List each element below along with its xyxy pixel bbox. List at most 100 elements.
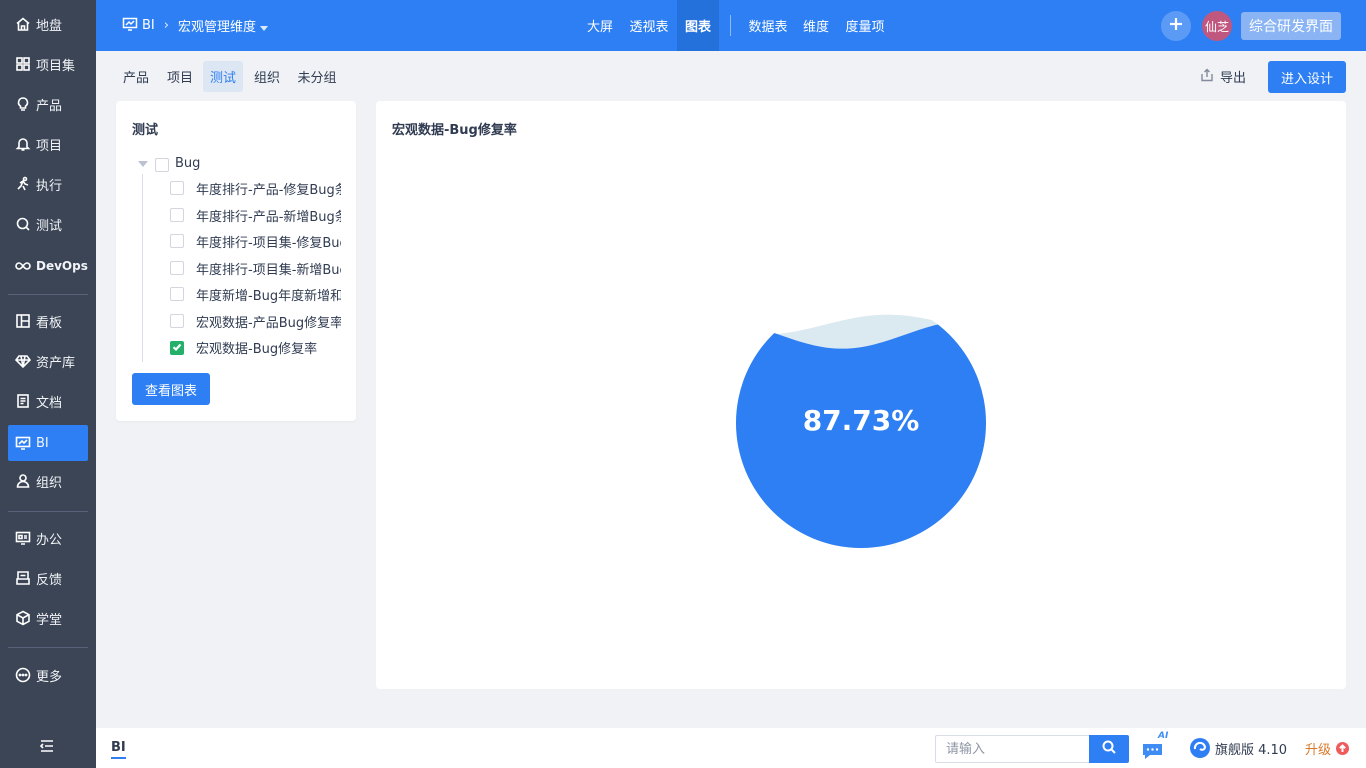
sidebar-divider bbox=[8, 294, 88, 295]
sidebar-item-label: 学堂 bbox=[36, 612, 63, 628]
tree-item-checkbox[interactable] bbox=[170, 208, 184, 222]
view-chart-button[interactable]: 查看图表 bbox=[132, 373, 210, 405]
tab-org[interactable]: 组织 bbox=[247, 61, 287, 92]
panel-title: 测试 bbox=[132, 123, 159, 138]
bell-icon bbox=[14, 135, 32, 153]
sidebar: 地盘 项目集 产品 项目 执行 测试 DevOps 看板 资产库 文档 BI 组… bbox=[0, 0, 96, 768]
enter-design-button[interactable]: 进入设计 bbox=[1268, 61, 1346, 93]
switch-interface-button[interactable]: 综合研发界面 bbox=[1241, 12, 1341, 40]
ai-assistant-button[interactable]: AI bbox=[1141, 731, 1171, 762]
zentao-logo-icon bbox=[1190, 738, 1210, 758]
dimension-dropdown[interactable]: 宏观管理维度 bbox=[178, 16, 268, 35]
sidebar-item-label: 执行 bbox=[36, 178, 63, 194]
ai-badge: AI bbox=[1158, 731, 1169, 741]
home-icon bbox=[14, 15, 32, 33]
tree-item-checkbox[interactable] bbox=[170, 181, 184, 195]
sidebar-item-label: DevOps bbox=[36, 259, 88, 273]
app-name[interactable]: BI bbox=[142, 18, 155, 33]
sidebar-item-label: 项目集 bbox=[36, 58, 76, 74]
sidebar-item-label: 测试 bbox=[36, 218, 63, 234]
liquid-fill-chart: 87.73% bbox=[735, 297, 987, 549]
sidebar-item-office[interactable]: 办公 bbox=[8, 520, 88, 556]
sidebar-item-label: 产品 bbox=[36, 98, 63, 114]
topbar: BI › 宏观管理维度 大屏 透视表 图表 数据表 维度 度量项 仙芝 综合研发… bbox=[96, 0, 1366, 51]
tab-test[interactable]: 测试 bbox=[203, 61, 243, 92]
sidebar-item-program[interactable]: 项目集 bbox=[8, 46, 88, 82]
chevron-right-icon: › bbox=[163, 18, 169, 33]
cube-icon bbox=[14, 609, 32, 627]
tab-ungrouped[interactable]: 未分组 bbox=[292, 61, 342, 92]
sidebar-item-kanban[interactable]: 看板 bbox=[8, 303, 88, 339]
bi-monitor-icon bbox=[122, 16, 142, 36]
liquid-value-label: 87.73% bbox=[802, 403, 920, 437]
global-search-input[interactable] bbox=[935, 735, 1090, 763]
sidebar-item-project[interactable]: 项目 bbox=[8, 126, 88, 162]
feedback-icon bbox=[14, 569, 32, 587]
nav-chart[interactable]: 图表 bbox=[677, 0, 719, 51]
sidebar-item-bi[interactable]: BI bbox=[8, 425, 88, 461]
sidebar-item-test[interactable]: 测试 bbox=[8, 206, 88, 242]
collapse-sidebar-button[interactable] bbox=[38, 737, 58, 755]
sidebar-item-product[interactable]: 产品 bbox=[8, 86, 88, 122]
nav-metric[interactable]: 度量项 bbox=[840, 0, 890, 51]
search-bug-icon bbox=[14, 215, 32, 233]
nav-datatable[interactable]: 数据表 bbox=[744, 0, 792, 51]
infinity-icon bbox=[14, 257, 32, 275]
edition-info[interactable]: 旗舰版 4.10 bbox=[1189, 736, 1287, 760]
tree-item-checkbox[interactable] bbox=[170, 261, 184, 275]
sidebar-item-label: 项目 bbox=[36, 138, 63, 154]
tree-item-label[interactable]: 年度排行-项目集-新增Bug bbox=[196, 259, 341, 278]
run-icon bbox=[14, 175, 32, 193]
upgrade-button[interactable]: 升级 bbox=[1305, 736, 1350, 760]
kanban-icon bbox=[14, 312, 32, 330]
tree-guide-line bbox=[142, 174, 143, 362]
tree-item-label[interactable]: 年度排行-产品-修复Bug条 bbox=[196, 179, 341, 198]
sidebar-item-more[interactable]: 更多 bbox=[8, 657, 88, 693]
tree-item-label[interactable]: 年度新增-Bug年度新增和 bbox=[196, 285, 341, 304]
export-button[interactable]: 导出 bbox=[1200, 61, 1246, 92]
arrow-up-icon bbox=[1336, 741, 1350, 755]
tree-item-checkbox[interactable] bbox=[170, 234, 184, 248]
sidebar-item-dashboard[interactable]: 地盘 bbox=[8, 6, 88, 42]
nav-pivot[interactable]: 透视表 bbox=[624, 0, 674, 51]
sidebar-item-label: 组织 bbox=[36, 475, 63, 491]
sidebar-item-label: 看板 bbox=[36, 315, 63, 331]
tab-project[interactable]: 项目 bbox=[160, 61, 200, 92]
diamond-icon bbox=[14, 352, 32, 370]
sidebar-item-execution[interactable]: 执行 bbox=[8, 166, 88, 202]
caret-down-icon[interactable] bbox=[138, 161, 148, 167]
chart-title: 宏观数据-Bug修复率 bbox=[392, 123, 517, 138]
sidebar-item-label: 更多 bbox=[36, 669, 63, 685]
dimension-label: 宏观管理维度 bbox=[177, 20, 256, 35]
sidebar-item-docs[interactable]: 文档 bbox=[8, 383, 88, 419]
sidebar-item-assets[interactable]: 资产库 bbox=[8, 343, 88, 379]
tree-item-label[interactable]: 年度排行-产品-新增Bug条 bbox=[196, 206, 341, 225]
sidebar-item-academy[interactable]: 学堂 bbox=[8, 600, 88, 636]
tree-item-label[interactable]: 宏观数据-产品Bug修复率 bbox=[196, 312, 341, 331]
tab-product[interactable]: 产品 bbox=[116, 61, 156, 92]
sidebar-item-devops[interactable]: DevOps bbox=[8, 248, 88, 284]
bottom-bar: BI AI 旗舰版 4.10 升级 bbox=[96, 728, 1366, 768]
sidebar-item-label: 反馈 bbox=[36, 572, 63, 588]
sidebar-item-org[interactable]: 组织 bbox=[8, 463, 88, 499]
search-icon bbox=[1102, 740, 1116, 758]
check-icon bbox=[172, 341, 182, 356]
sidebar-item-feedback[interactable]: 反馈 bbox=[8, 560, 88, 596]
nav-dimension[interactable]: 维度 bbox=[797, 0, 835, 51]
tree-item-label[interactable]: 宏观数据-Bug修复率 bbox=[196, 338, 341, 357]
tree-item-checkbox-checked[interactable] bbox=[170, 341, 184, 355]
document-icon bbox=[14, 392, 32, 410]
menu-collapse-icon bbox=[38, 740, 56, 759]
search-button[interactable] bbox=[1089, 735, 1129, 763]
current-app-tab[interactable]: BI bbox=[111, 740, 126, 759]
tree-root-checkbox[interactable] bbox=[155, 158, 169, 172]
nav-screen[interactable]: 大屏 bbox=[580, 0, 620, 51]
tree-item-checkbox[interactable] bbox=[170, 314, 184, 328]
plus-icon bbox=[1168, 16, 1184, 36]
tree-item-label[interactable]: 年度排行-项目集-修复Bug bbox=[196, 232, 341, 251]
edition-label: 旗舰版 4.10 bbox=[1215, 742, 1288, 758]
create-button[interactable] bbox=[1161, 11, 1191, 41]
tree-item-checkbox[interactable] bbox=[170, 287, 184, 301]
avatar[interactable]: 仙芝 bbox=[1202, 11, 1232, 41]
chart-tree-panel: 测试 Bug 年度排行-产品-修复Bug条 年度排行-产品-新增Bug条 年度排… bbox=[116, 101, 356, 421]
